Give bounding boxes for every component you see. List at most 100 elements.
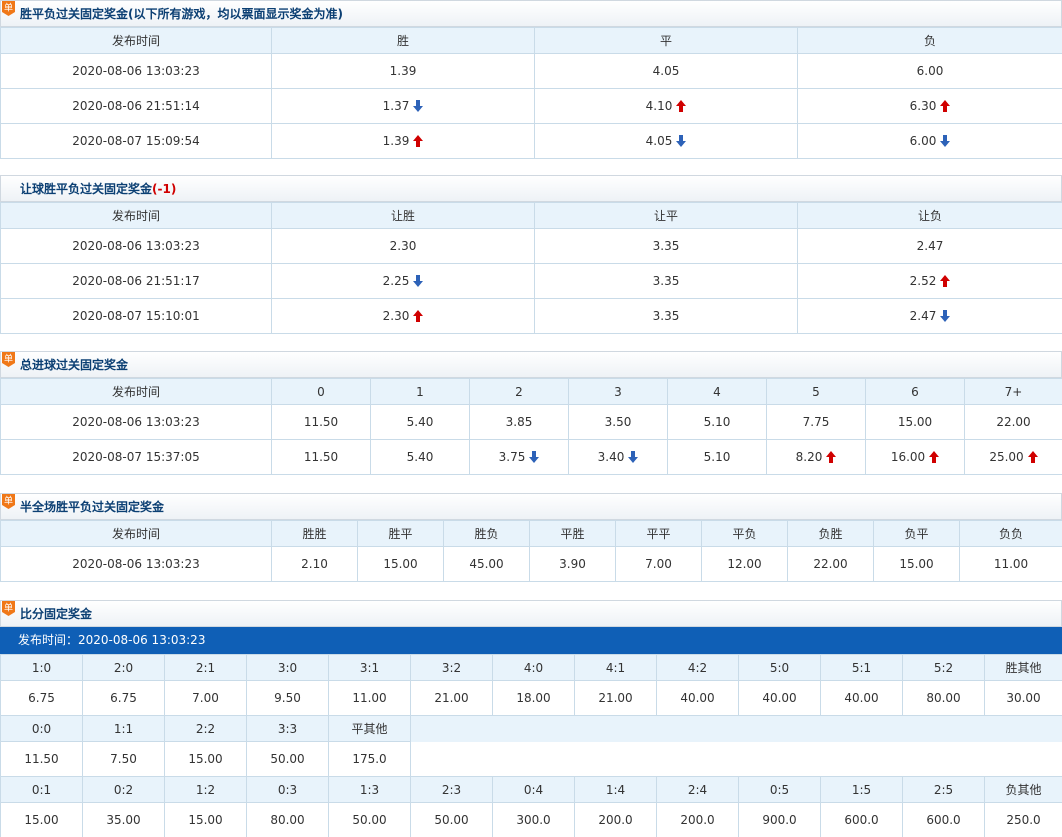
score-odds: 600.0 [820, 802, 903, 837]
table-row: 2020-08-07 15:09:54 1.39 4.05 6.00 [0, 123, 1062, 159]
up-arrow-icon [940, 275, 951, 287]
table-row: 2020-08-07 15:37:05 11.50 5.40 3.75 3.40… [0, 439, 1062, 475]
single-badge-icon [2, 1, 15, 16]
section-header: 让球胜平负过关固定奖金(-1) [0, 175, 1062, 202]
score-label: 胜其他 [984, 654, 1062, 681]
col-header: 胜负 [443, 520, 530, 547]
score-odds: 21.00 [574, 680, 657, 716]
table-row: 2020-08-06 13:03:23 2.10 15.00 45.00 3.9… [0, 546, 1062, 582]
odds-cell: 11.50 [271, 404, 371, 440]
score-odds: 40.00 [656, 680, 739, 716]
table-row: 2020-08-06 21:51:14 1.37 4.10 6.30 [0, 88, 1062, 124]
odds-value: 4.05 [652, 64, 680, 78]
col-header: 让负 [797, 202, 1062, 229]
odds-value: 2.30 [382, 309, 410, 323]
score-odds: 40.00 [738, 680, 821, 716]
odds-cell: 4.05 [534, 123, 798, 159]
publish-time: 2020-08-06 13:03:23 [0, 546, 272, 582]
odds-value: 6.00 [909, 134, 937, 148]
up-arrow-icon [929, 451, 940, 463]
score-label: 5:1 [820, 654, 903, 681]
score-label: 1:0 [0, 654, 83, 681]
score-odds: 9.50 [246, 680, 329, 716]
publish-time: 2020-08-06 21:51:17 [0, 263, 272, 299]
odds-table: 发布时间 胜胜 胜平 胜负 平胜 平平 平负 负胜 负平 负负 2020-08-… [0, 520, 1062, 582]
score-odds: 175.0 [328, 741, 411, 777]
odds-value: 2.47 [916, 239, 944, 253]
odds-value: 7.75 [802, 415, 830, 429]
odds-cell: 2.47 [797, 298, 1062, 334]
score-label: 2:0 [82, 654, 165, 681]
score-odds: 7.50 [82, 741, 165, 777]
odds-value: 3.35 [652, 309, 680, 323]
section-half-full: 半全场胜平负过关固定奖金 发布时间 胜胜 胜平 胜负 平胜 平平 平负 负胜 负… [0, 493, 1062, 582]
single-badge-icon [2, 601, 15, 616]
table-header: 发布时间 让胜 让平 让负 [0, 202, 1062, 229]
table-row: 2020-08-06 13:03:23 2.30 3.35 2.47 [0, 228, 1062, 264]
odds-value: 3.50 [604, 415, 632, 429]
col-header: 胜平 [357, 520, 444, 547]
score-label: 2:3 [410, 776, 493, 803]
down-arrow-icon [628, 451, 639, 463]
odds-value: 4.05 [645, 134, 673, 148]
odds-value: 3.40 [597, 450, 625, 464]
col-header: 负平 [873, 520, 960, 547]
odds-cell: 2.52 [797, 263, 1062, 299]
odds-cell: 4.10 [534, 88, 798, 124]
odds-cell: 3.85 [469, 404, 569, 440]
score-label: 5:0 [738, 654, 821, 681]
section-title: 半全场胜平负过关固定奖金 [20, 500, 165, 514]
score-odds: 50.00 [410, 802, 493, 837]
up-arrow-icon [413, 310, 424, 322]
score-odds: 15.00 [164, 802, 247, 837]
odds-value: 3.85 [505, 415, 533, 429]
odds-value: 6.30 [909, 99, 937, 113]
table-row: 2020-08-07 15:10:01 2.30 3.35 2.47 [0, 298, 1062, 334]
odds-cell: 2.30 [271, 228, 535, 264]
score-label: 平其他 [328, 715, 411, 742]
section-header: 比分固定奖金 [0, 600, 1062, 627]
section-header: 胜平负过关固定奖金(以下所有游戏，均以票面显示奖金为准) [0, 0, 1062, 27]
section-header: 总进球过关固定奖金 [0, 351, 1062, 378]
score-label: 3:2 [410, 654, 493, 681]
odds-cell: 11.00 [959, 546, 1062, 582]
score-odds: 80.00 [246, 802, 329, 837]
odds-cell: 2.25 [271, 263, 535, 299]
col-header: 4 [667, 378, 767, 405]
odds-cell: 4.05 [534, 53, 798, 89]
odds-value: 15.00 [897, 415, 933, 429]
odds-cell: 3.35 [534, 263, 798, 299]
section-title: 比分固定奖金 [20, 607, 93, 621]
score-label: 负其他 [984, 776, 1062, 803]
odds-cell: 12.00 [701, 546, 788, 582]
odds-cell: 6.00 [797, 123, 1062, 159]
section-correct-score: 比分固定奖金 发布时间：2020-08-06 13:03:23 1:0 2:0 2:… [0, 600, 1062, 837]
score-label: 1:2 [164, 776, 247, 803]
score-label: 0:0 [0, 715, 83, 742]
win-odds-row: 6.75 6.75 7.00 9.50 11.00 21.00 18.00 21.00 40.0… [0, 680, 1062, 716]
odds-cell: 15.00 [865, 404, 965, 440]
up-arrow-icon [940, 100, 951, 112]
odds-cell: 7.00 [615, 546, 702, 582]
lose-odds-row: 15.00 35.00 15.00 80.00 50.00 50.00 300.0 200.0… [0, 802, 1062, 837]
empty-cell [410, 715, 1062, 742]
score-odds: 200.0 [656, 802, 739, 837]
col-header: 负负 [959, 520, 1062, 547]
score-label: 3:3 [246, 715, 329, 742]
odds-cell: 3.90 [529, 546, 616, 582]
col-header: 负 [797, 27, 1062, 54]
score-label: 2:4 [656, 776, 739, 803]
odds-value: 11.50 [303, 450, 339, 464]
odds-cell: 3.75 [469, 439, 569, 475]
down-arrow-icon [529, 451, 540, 463]
col-header: 3 [568, 378, 668, 405]
odds-cell: 2.10 [271, 546, 358, 582]
score-label: 1:1 [82, 715, 165, 742]
odds-value: 5.10 [703, 415, 731, 429]
odds-cell: 3.35 [534, 298, 798, 334]
draw-scores-row: 0:0 1:1 2:2 3:3 平其他 [0, 715, 1062, 742]
score-label: 0:3 [246, 776, 329, 803]
score-odds: 18.00 [492, 680, 575, 716]
odds-cell: 16.00 [865, 439, 965, 475]
lose-scores-row: 0:1 0:2 1:2 0:3 1:3 2:3 0:4 1:4 2:4 0:5 1:5 2:5 负其他 [0, 776, 1062, 803]
